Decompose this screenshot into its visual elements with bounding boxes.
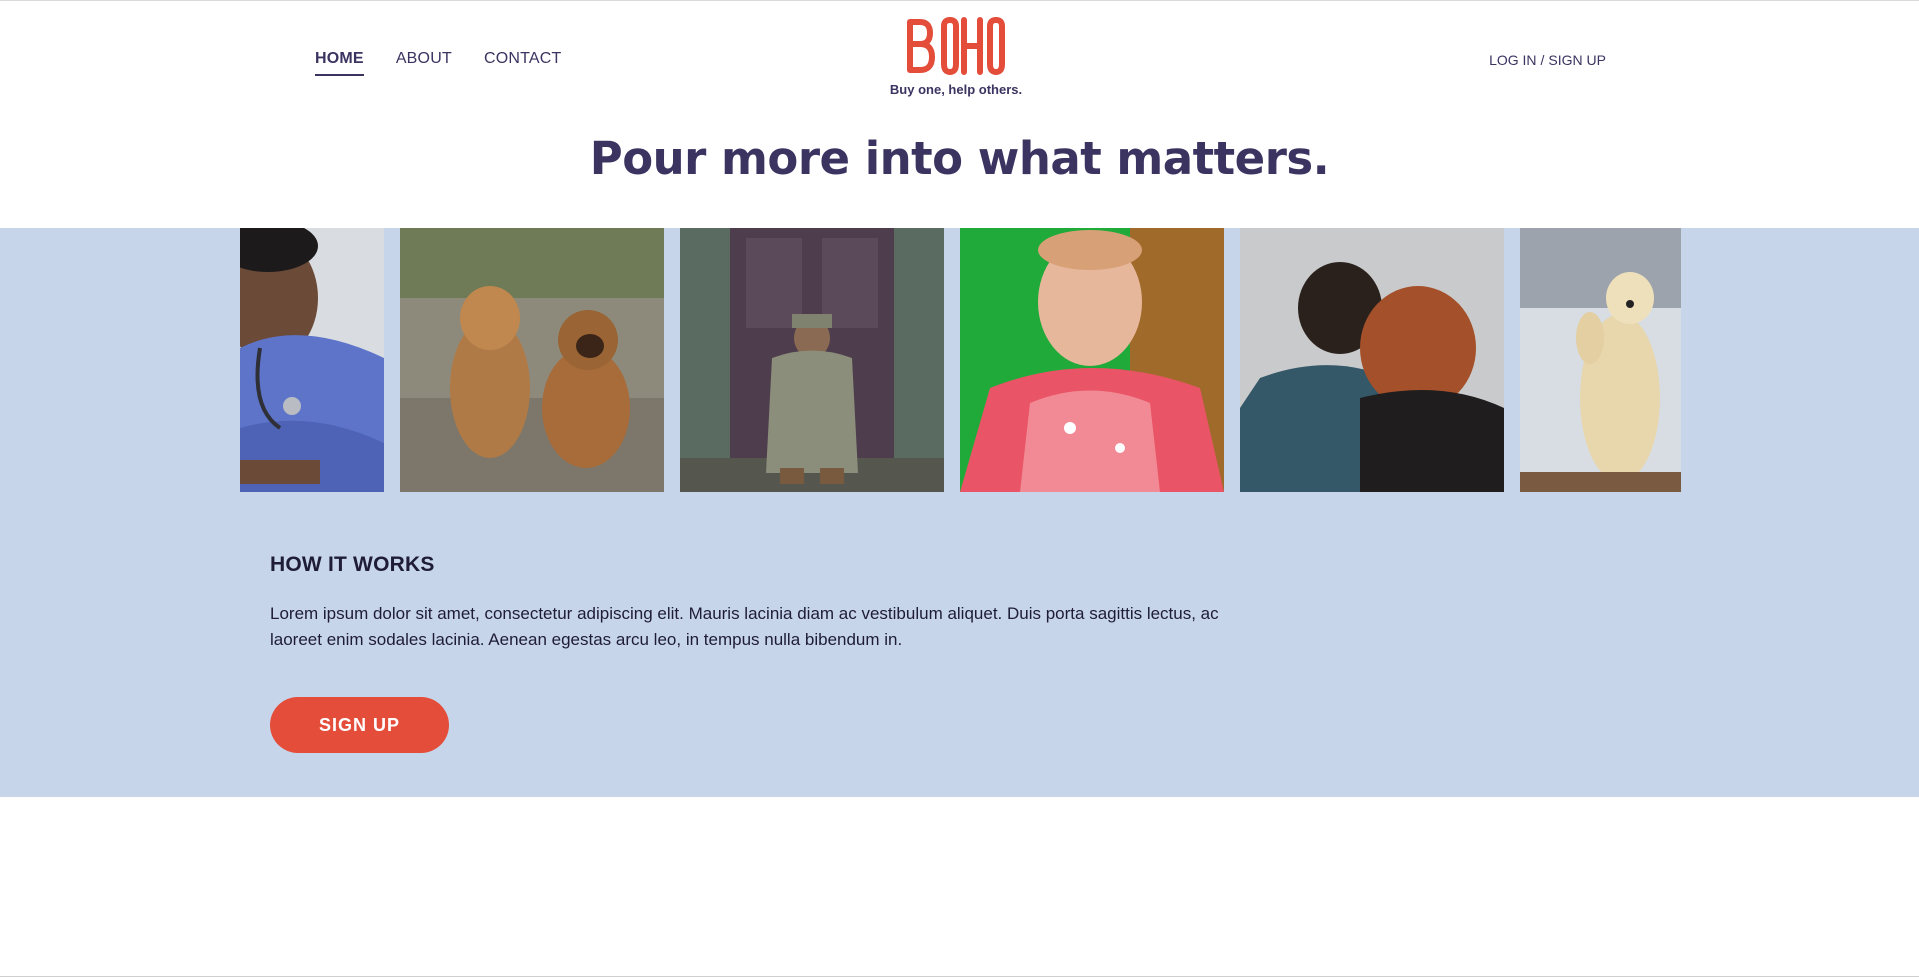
photo-nurse <box>240 228 384 492</box>
how-it-works-text: Lorem ipsum dolor sit amet, consectetur … <box>270 604 1219 649</box>
sign-up-button[interactable]: SIGN UP <box>270 697 449 753</box>
brand-logo[interactable]: Buy one, help others. <box>886 14 1026 97</box>
nav-home[interactable]: HOME <box>315 50 364 76</box>
main-nav: HOME ABOUT CONTACT <box>315 50 561 76</box>
nav-about[interactable]: ABOUT <box>396 50 452 76</box>
photo-puppies <box>400 228 664 492</box>
login-link[interactable]: LOG IN <box>1489 52 1536 68</box>
photo-child <box>960 228 1224 492</box>
auth-links: LOG IN / SIGN UP <box>1489 52 1606 68</box>
auth-separator: / <box>1540 52 1545 68</box>
signup-link[interactable]: SIGN UP <box>1548 52 1606 68</box>
photo-soldier <box>680 228 944 492</box>
page-headline: Pour more into what matters. <box>589 132 1330 185</box>
tagline: Buy one, help others. <box>889 82 1023 97</box>
photo-embrace <box>1240 228 1504 492</box>
photo-polar-bear <box>1520 228 1681 492</box>
nav-contact[interactable]: CONTACT <box>484 50 562 76</box>
photo-gallery <box>240 228 1681 492</box>
how-it-works-section: HOW IT WORKS Lorem ipsum dolor sit amet,… <box>0 228 1919 797</box>
top-border <box>0 0 1919 1</box>
boho-logo-mark <box>907 17 1005 75</box>
how-it-works-title: HOW IT WORKS <box>270 553 435 576</box>
